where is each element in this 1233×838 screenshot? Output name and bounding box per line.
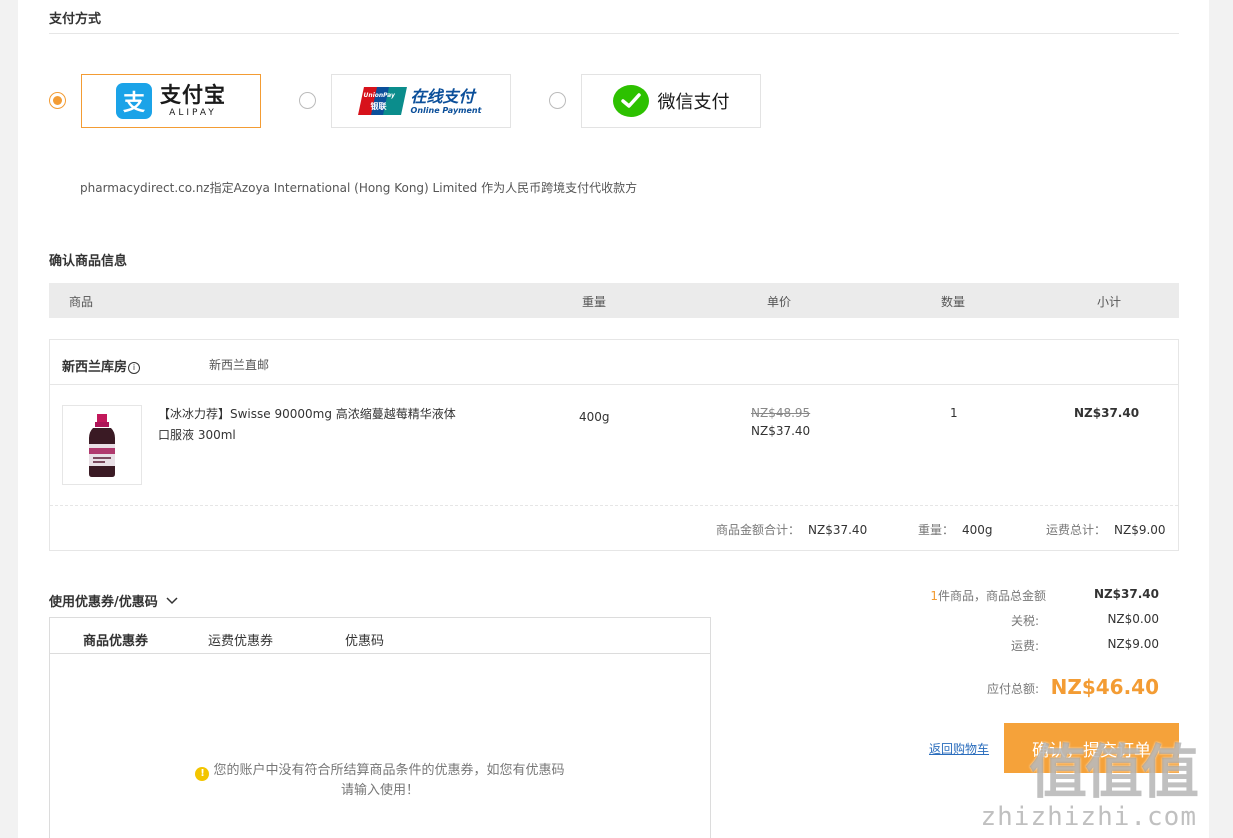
ship-value: NZ$9.00 (1107, 637, 1159, 651)
alipay-logo-text: 支付宝 ALIPAY (160, 84, 226, 118)
info-icon[interactable]: i (128, 362, 141, 374)
goods-total-summary: 商品金额合计： NZ$37.40 (716, 521, 867, 538)
unionpay-mark-cn: 银联 (370, 102, 387, 111)
grand-total-label: 应付总额: (986, 682, 1039, 696)
coupon-empty-message: ! 您的账户中没有符合所结算商品条件的优惠券，如您有优惠码 请输入使用！ (50, 761, 710, 801)
unionpay-radio[interactable] (299, 92, 316, 109)
unionpay-option[interactable]: UnionPay 银联 在线支付 Online Payment (331, 74, 511, 128)
coupon-empty-line1: 您的账户中没有符合所结算商品条件的优惠券，如您有优惠码 (213, 763, 565, 778)
goods-count-label: 1件商品，商品总金额 (930, 587, 1046, 604)
watermark-logo: 值值值 (1028, 738, 1199, 806)
tax-value: NZ$0.00 (1107, 612, 1159, 626)
goods-count: 1 (930, 589, 938, 603)
watermark: 值值值 zhizhizhi.com (980, 738, 1199, 832)
weight-summary: 重量： 400g (918, 521, 993, 538)
alipay-en-label: ALIPAY (169, 108, 217, 118)
coupon-empty-line2: 请输入使用！ (340, 783, 419, 798)
watermark-domain: zhizhizhi.com (980, 802, 1197, 832)
chevron-down-icon (166, 597, 178, 605)
product-name[interactable]: 【冰冰力荐】Swisse 90000mg 高浓缩蔓越莓精华液体口服液 300ml (158, 404, 458, 446)
wechat-option[interactable]: 微信支付 (581, 74, 761, 128)
warehouse-divider (50, 384, 1178, 385)
bottle-icon (89, 414, 115, 477)
wechat-radio[interactable] (549, 92, 566, 109)
warehouse-name-text: 新西兰库房 (62, 360, 128, 375)
unionpay-logo-icon: UnionPay 银联 (357, 87, 407, 115)
product-price: NZ$37.40 (751, 424, 811, 438)
unionpay-cn-label: 在线支付 (410, 86, 475, 106)
payment-title: 支付方式 (49, 12, 102, 27)
ship-label: 运费: (1010, 639, 1039, 653)
coupon-panel: 商品优惠券 运费优惠券 优惠码 ! 您的账户中没有符合所结算商品条件的优惠券，如您… (49, 617, 711, 838)
header-subtotal: 小计 (1097, 295, 1122, 309)
header-qty: 数量 (941, 295, 966, 309)
checkout-page: 支付方式 支 支付宝 ALIPAY UnionPay 银联 在线支付 Onlin… (18, 0, 1209, 838)
warning-icon: ! (195, 767, 210, 781)
unionpay-logo-text: 在线支付 Online Payment (410, 86, 482, 115)
coupon-title-text: 使用优惠券/优惠码 (49, 595, 158, 610)
wechat-label: 微信支付 (657, 92, 730, 113)
shipping-summary-label: 运费总计： (1046, 523, 1107, 537)
alipay-radio[interactable] (49, 92, 66, 109)
product-table-header: 商品 重量 单价 数量 小计 (49, 283, 1179, 318)
order-box: 新西兰库房 i 新西兰直邮 【冰冰力荐】Swisse 90000mg 高浓缩蔓越莓… (49, 339, 1179, 551)
header-product: 商品 (69, 295, 94, 309)
wechat-logo-icon (612, 85, 649, 117)
unionpay-mark-top: UnionPay (363, 92, 395, 99)
shipping-summary: 运费总计： NZ$9.00 (1046, 521, 1166, 538)
product-original-price: NZ$48.95 (751, 406, 811, 420)
header-price: 单价 (767, 295, 792, 309)
product-subtotal: NZ$37.40 (1074, 406, 1140, 420)
product-weight: 400g (579, 410, 610, 424)
alipay-cn-label: 支付宝 (160, 83, 226, 107)
confirm-title: 确认商品信息 (49, 254, 128, 269)
goods-total-value-right: NZ$37.40 (1093, 587, 1159, 601)
header-weight: 重量 (582, 295, 607, 309)
grand-total-value: NZ$46.40 (1050, 675, 1159, 699)
weight-summary-label: 重量： (918, 523, 955, 537)
tab-promo-code[interactable]: 优惠码 (345, 630, 384, 649)
goods-count-text: 件商品，商品总金额 (937, 589, 1046, 603)
payment-notice: pharmacydirect.co.nz指定Azoya Internationa… (80, 181, 638, 195)
goods-total-label: 商品金额合计： (716, 523, 801, 537)
warehouse-shipping: 新西兰直邮 (209, 358, 270, 372)
tab-shipping-coupon[interactable]: 运费优惠券 (208, 630, 273, 649)
alipay-option[interactable]: 支 支付宝 ALIPAY (81, 74, 261, 128)
unionpay-en-label: Online Payment (410, 105, 482, 115)
goods-total-value: NZ$37.40 (808, 523, 868, 537)
weight-summary-value: 400g (962, 523, 993, 537)
summary-divider (50, 505, 1178, 506)
payment-divider (49, 33, 1179, 34)
warehouse-name: 新西兰库房 i (62, 356, 141, 375)
shipping-summary-value: NZ$9.00 (1114, 523, 1166, 537)
product-image[interactable] (62, 405, 142, 485)
coupon-toggle[interactable]: 使用优惠券/优惠码 (49, 591, 178, 610)
product-qty: 1 (950, 406, 958, 420)
alipay-logo-icon: 支 (116, 83, 152, 119)
tax-label: 关税: (1010, 614, 1039, 628)
coupon-tabs: 商品优惠券 运费优惠券 优惠码 (50, 618, 710, 654)
tab-product-coupon[interactable]: 商品优惠券 (83, 630, 148, 649)
